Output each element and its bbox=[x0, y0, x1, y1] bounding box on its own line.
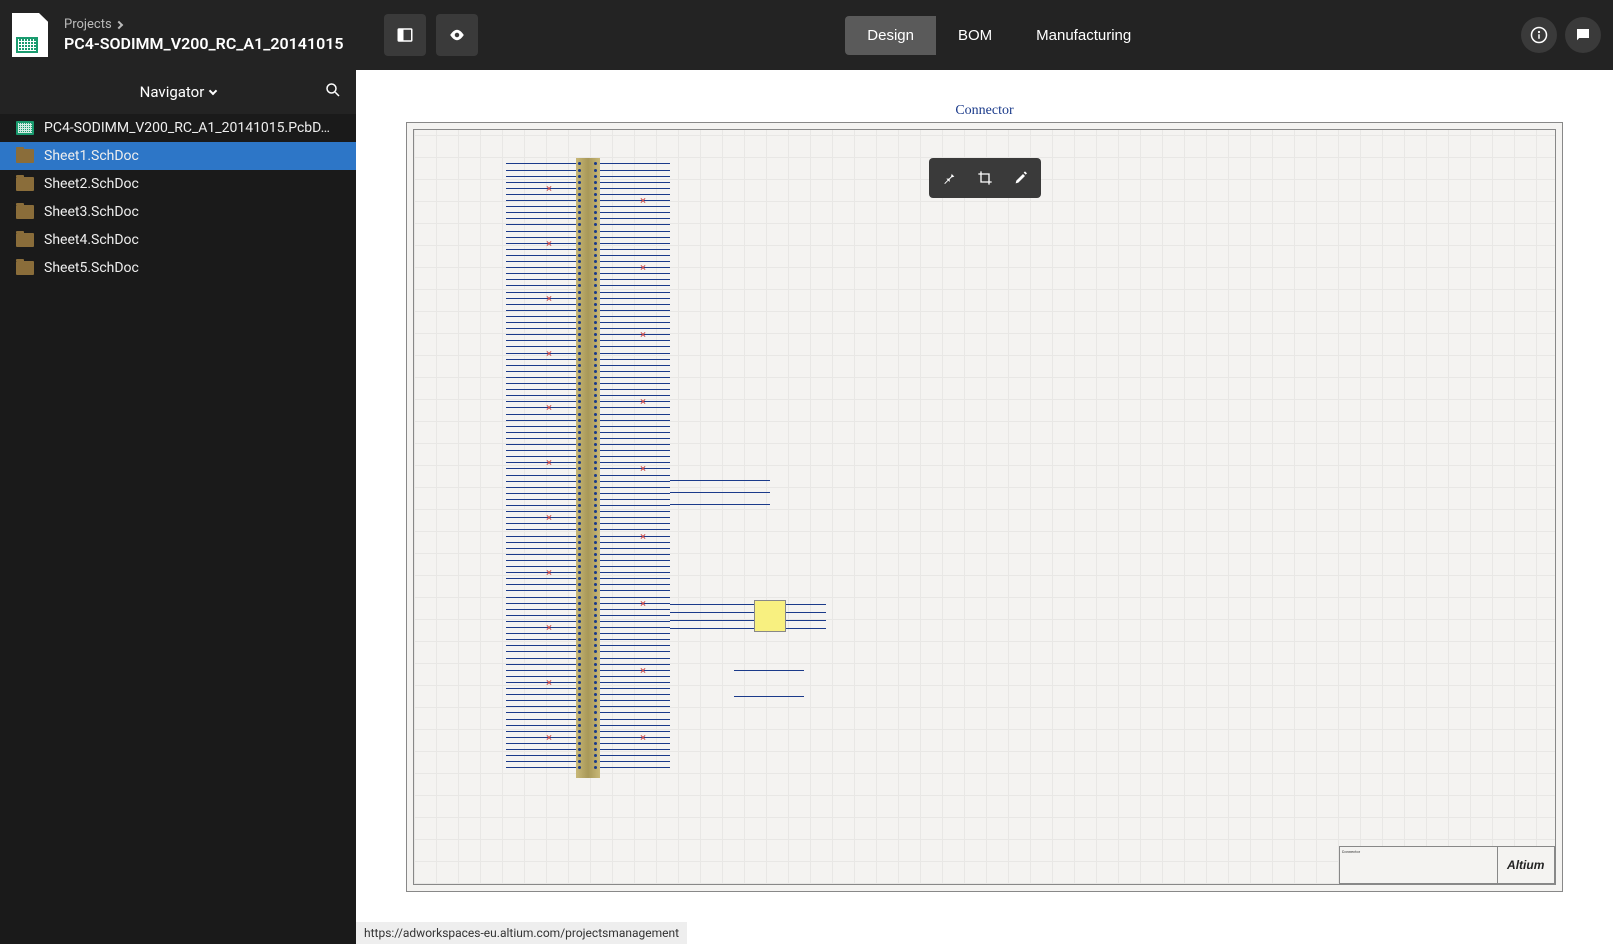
panel-toggle-button[interactable] bbox=[384, 14, 426, 56]
file-item-1[interactable]: Sheet1.SchDoc bbox=[0, 142, 356, 170]
schematic-sheet[interactable]: Connector Connector Altium bbox=[406, 122, 1562, 891]
crop-tool-button[interactable] bbox=[969, 162, 1001, 194]
file-name: Sheet2.SchDoc bbox=[44, 176, 139, 192]
main-tabs: Design BOM Manufacturing bbox=[845, 16, 1153, 55]
search-button[interactable] bbox=[324, 81, 342, 103]
tab-bom[interactable]: BOM bbox=[936, 16, 1014, 55]
navigator-header: Navigator bbox=[0, 70, 356, 114]
folder-icon bbox=[16, 177, 34, 191]
eye-icon bbox=[448, 26, 466, 44]
pin-icon bbox=[941, 170, 957, 186]
schematic-canvas[interactable]: Connector Connector Altium https://adw bbox=[356, 70, 1613, 944]
navigator-sidebar: Navigator PC4-SODIMM_V200_RC_A1_20141015… bbox=[0, 70, 356, 944]
navigator-dropdown[interactable]: Navigator bbox=[140, 83, 217, 101]
view-button[interactable] bbox=[436, 14, 478, 56]
breadcrumb-root[interactable]: Projects bbox=[64, 17, 112, 32]
sheet-title: Connector bbox=[955, 103, 1013, 119]
app-header: Projects PC4-SODIMM_V200_RC_A1_20141015 … bbox=[0, 0, 1613, 70]
status-bar: https://adworkspaces-eu.altium.com/proje… bbox=[356, 922, 687, 944]
highlight-tool-button[interactable] bbox=[1005, 162, 1037, 194]
file-item-3[interactable]: Sheet3.SchDoc bbox=[0, 198, 356, 226]
folder-icon bbox=[16, 233, 34, 247]
file-item-2[interactable]: Sheet2.SchDoc bbox=[0, 170, 356, 198]
info-icon bbox=[1530, 26, 1548, 44]
folder-icon bbox=[16, 205, 34, 219]
file-item-0[interactable]: PC4-SODIMM_V200_RC_A1_20141015.PcbD… bbox=[0, 114, 356, 142]
floating-toolbar bbox=[929, 158, 1041, 198]
file-name: PC4-SODIMM_V200_RC_A1_20141015.PcbD… bbox=[44, 120, 330, 136]
file-list: PC4-SODIMM_V200_RC_A1_20141015.PcbD… Shee… bbox=[0, 114, 356, 944]
pin-tool-button[interactable] bbox=[933, 162, 965, 194]
altium-logo: Altium bbox=[1507, 858, 1544, 872]
chevron-right-icon bbox=[114, 20, 122, 28]
tab-design[interactable]: Design bbox=[845, 16, 936, 55]
folder-icon bbox=[16, 149, 34, 163]
comment-button[interactable] bbox=[1565, 17, 1601, 53]
ic-component[interactable] bbox=[754, 600, 786, 632]
breadcrumb: Projects PC4-SODIMM_V200_RC_A1_20141015 bbox=[64, 17, 344, 53]
panel-icon bbox=[396, 26, 414, 44]
title-block: Connector Altium bbox=[1339, 846, 1555, 884]
status-url: https://adworkspaces-eu.altium.com/proje… bbox=[364, 926, 679, 940]
crop-icon bbox=[977, 170, 993, 186]
project-doc-icon bbox=[12, 13, 48, 57]
file-name: Sheet1.SchDoc bbox=[44, 148, 139, 164]
search-icon bbox=[324, 81, 342, 99]
tab-manufacturing[interactable]: Manufacturing bbox=[1014, 16, 1153, 55]
chat-icon bbox=[1574, 26, 1592, 44]
file-name: Sheet4.SchDoc bbox=[44, 232, 139, 248]
info-button[interactable] bbox=[1521, 17, 1557, 53]
folder-icon bbox=[16, 261, 34, 275]
highlighter-icon bbox=[1013, 170, 1029, 186]
file-item-4[interactable]: Sheet4.SchDoc bbox=[0, 226, 356, 254]
file-item-5[interactable]: Sheet5.SchDoc bbox=[0, 254, 356, 282]
pcb-file-icon bbox=[16, 121, 34, 135]
chevron-down-icon bbox=[209, 87, 217, 95]
file-name: Sheet3.SchDoc bbox=[44, 204, 139, 220]
file-name: Sheet5.SchDoc bbox=[44, 260, 139, 276]
project-title: PC4-SODIMM_V200_RC_A1_20141015 bbox=[64, 34, 344, 53]
